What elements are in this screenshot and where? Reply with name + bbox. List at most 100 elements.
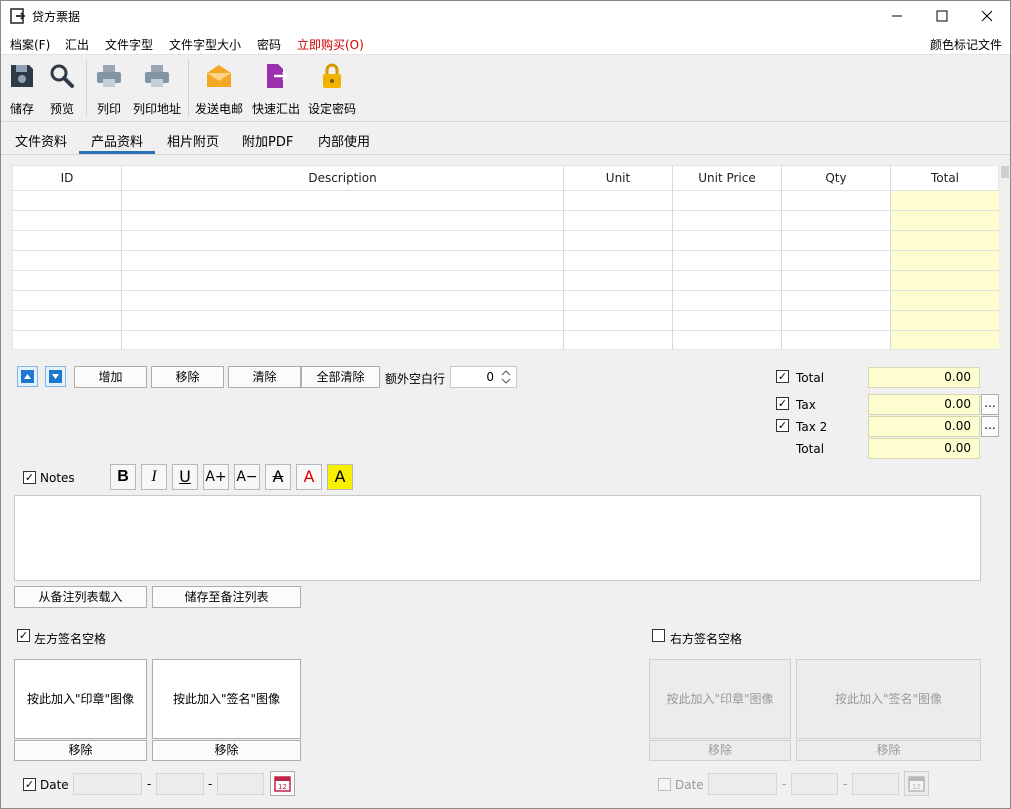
column-qty: Qty: [782, 166, 891, 349]
table-row[interactable]: [13, 230, 1000, 231]
menu-color-tag[interactable]: 颜色标记文件: [930, 36, 1002, 53]
close-button[interactable]: [964, 1, 1010, 31]
notes-checkbox[interactable]: ✓: [23, 471, 36, 484]
total-checkbox[interactable]: ✓: [776, 370, 789, 383]
envelope-icon: [207, 65, 231, 87]
tax2-settings-button[interactable]: ...: [981, 416, 999, 437]
tab-attach-pdf[interactable]: 附加PDF: [242, 131, 293, 150]
items-table[interactable]: ID Description Unit Unit Price Qty Total: [12, 165, 1000, 350]
menu-export[interactable]: 汇出: [65, 36, 89, 53]
maximize-icon: [936, 10, 948, 22]
tab-photo-attach[interactable]: 相片附页: [167, 131, 219, 150]
decrease-font-button[interactable]: A−: [234, 464, 260, 490]
left-signature-image-button[interactable]: 按此加入"签名"图像: [152, 659, 301, 739]
table-row[interactable]: [13, 310, 1000, 311]
right-signature-remove-button[interactable]: 移除: [796, 740, 981, 761]
tax-value: 0.00: [868, 394, 980, 415]
move-up-button[interactable]: [17, 366, 38, 387]
quick-export-button[interactable]: 快速汇出: [250, 60, 302, 118]
print-label: 列印: [96, 102, 121, 116]
tax2-checkbox[interactable]: ✓: [776, 419, 789, 432]
left-stamp-image-button[interactable]: 按此加入"印章"图像: [14, 659, 147, 739]
menu-file[interactable]: 档案(F): [10, 36, 50, 53]
font-color-button[interactable]: A: [296, 464, 322, 490]
left-signature-checkbox[interactable]: ✓: [17, 629, 30, 642]
preview-button[interactable]: 预览: [45, 60, 79, 118]
left-date-month-field[interactable]: [156, 773, 204, 795]
clear-row-button[interactable]: 清除: [228, 366, 301, 388]
tab-document-info[interactable]: 文件资料: [15, 131, 67, 150]
printer-icon: [97, 65, 121, 87]
tab-product-info[interactable]: 产品资料: [91, 131, 143, 150]
right-signature-checkbox[interactable]: [652, 629, 665, 642]
bold-button[interactable]: B: [110, 464, 136, 490]
right-stamp-remove-button[interactable]: 移除: [649, 740, 791, 761]
table-scrollbar[interactable]: [1000, 165, 1010, 350]
extra-blank-rows-spinner[interactable]: 0: [450, 366, 517, 388]
right-signature-label: 右方签名空格: [670, 632, 743, 646]
title-bar: 贷方票据: [1, 1, 1010, 31]
maximize-button[interactable]: [919, 1, 965, 31]
app-icon: [10, 8, 26, 24]
save-notes-button[interactable]: 储存至备注列表: [152, 586, 301, 608]
right-date-checkbox[interactable]: [658, 778, 671, 791]
move-down-button[interactable]: [45, 366, 66, 387]
svg-text:12: 12: [912, 783, 921, 791]
toolbar-divider: [86, 60, 87, 116]
scrollbar-thumb[interactable]: [1001, 166, 1009, 178]
left-date-checkbox[interactable]: ✓: [23, 778, 36, 791]
column-header-qty[interactable]: Qty: [782, 166, 890, 190]
clear-all-button[interactable]: 全部清除: [301, 366, 380, 388]
right-date-day-field[interactable]: [852, 773, 899, 795]
menu-buy-now[interactable]: 立即购买(O): [297, 36, 364, 53]
remove-row-button[interactable]: 移除: [151, 366, 224, 388]
left-signature-remove-button[interactable]: 移除: [152, 740, 301, 761]
print-address-label: 列印地址: [132, 102, 181, 116]
spinner-arrows-icon[interactable]: [499, 369, 513, 385]
tax-settings-button[interactable]: ...: [981, 394, 999, 415]
menu-password[interactable]: 密码: [257, 36, 281, 53]
column-header-total[interactable]: Total: [891, 166, 999, 190]
increase-font-button[interactable]: A+: [203, 464, 229, 490]
italic-button[interactable]: I: [141, 464, 167, 490]
menu-font[interactable]: 文件字型: [105, 36, 153, 53]
left-stamp-remove-button[interactable]: 移除: [14, 740, 147, 761]
highlight-button[interactable]: A: [327, 464, 353, 490]
right-date-year-field[interactable]: [708, 773, 777, 795]
tax-checkbox[interactable]: ✓: [776, 397, 789, 410]
notes-label: Notes: [40, 471, 75, 485]
column-header-description[interactable]: Description: [122, 166, 563, 190]
column-header-unit-price[interactable]: Unit Price: [673, 166, 781, 190]
tab-internal-use[interactable]: 内部使用: [318, 131, 370, 150]
load-notes-button[interactable]: 从备注列表载入: [14, 586, 147, 608]
print-button[interactable]: 列印: [92, 60, 126, 118]
left-date-year-field[interactable]: [73, 773, 142, 795]
add-row-button[interactable]: 增加: [74, 366, 147, 388]
table-row[interactable]: [13, 210, 1000, 211]
column-header-unit[interactable]: Unit: [564, 166, 672, 190]
strikethrough-button[interactable]: A: [265, 464, 291, 490]
right-date-month-field[interactable]: [791, 773, 838, 795]
set-password-button[interactable]: 设定密码: [307, 60, 357, 118]
column-header-id[interactable]: ID: [13, 166, 121, 190]
minimize-button[interactable]: [874, 1, 920, 31]
table-row[interactable]: [13, 270, 1000, 271]
table-row[interactable]: [13, 190, 1000, 191]
underline-button[interactable]: U: [172, 464, 198, 490]
right-calendar-button[interactable]: 12: [904, 771, 929, 796]
send-email-button[interactable]: 发送电邮: [194, 60, 244, 118]
grand-total-value: 0.00: [868, 438, 980, 459]
menu-font-size[interactable]: 文件字型大小: [169, 36, 241, 53]
table-row[interactable]: [13, 250, 1000, 251]
column-description: Description: [122, 166, 564, 349]
left-date-day-field[interactable]: [217, 773, 264, 795]
table-row[interactable]: [13, 290, 1000, 291]
left-calendar-button[interactable]: 12: [270, 771, 295, 796]
close-icon: [981, 10, 993, 22]
right-stamp-image-button[interactable]: 按此加入"印章"图像: [649, 659, 791, 739]
table-row[interactable]: [13, 330, 1000, 331]
print-address-button[interactable]: 列印地址: [131, 60, 183, 118]
save-button[interactable]: 储存: [5, 60, 39, 118]
notes-textarea[interactable]: [14, 495, 981, 581]
right-signature-image-button[interactable]: 按此加入"签名"图像: [796, 659, 981, 739]
